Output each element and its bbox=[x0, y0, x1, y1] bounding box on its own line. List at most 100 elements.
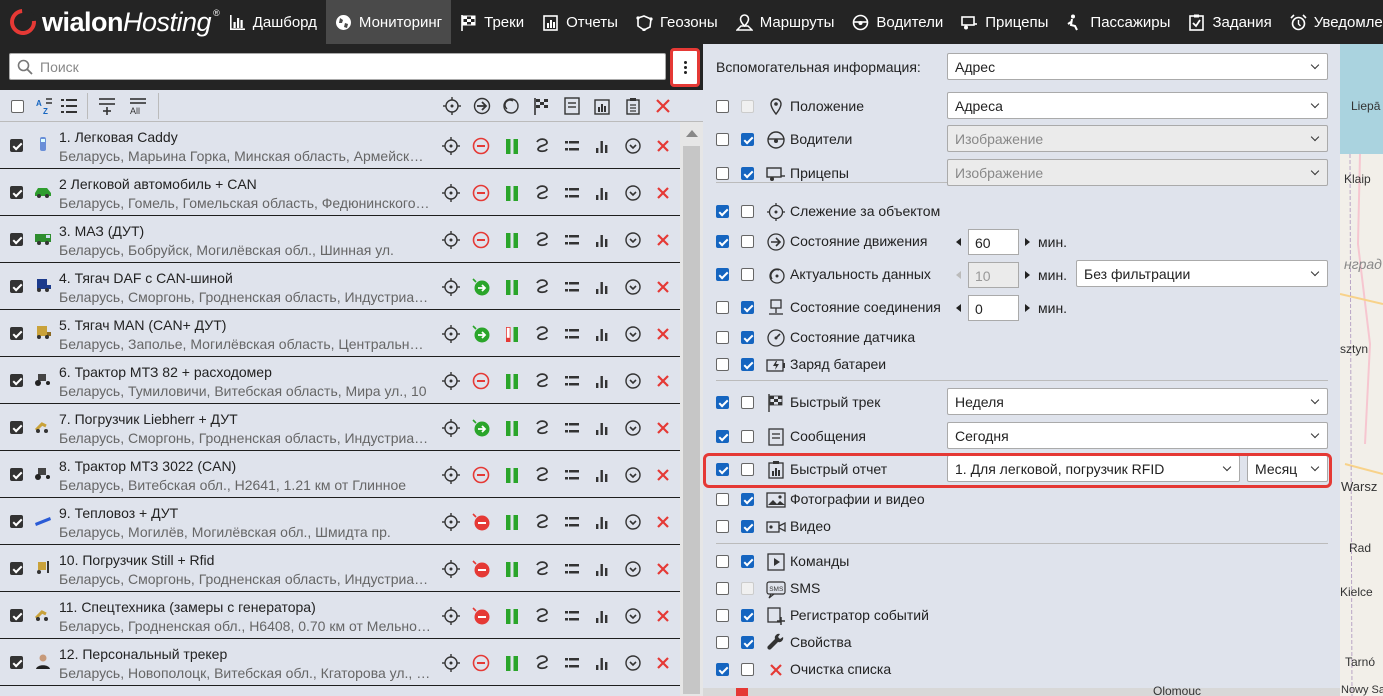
messages-icon[interactable] bbox=[563, 231, 581, 249]
unit-name[interactable]: 3. МАЗ (ДУТ) bbox=[59, 223, 144, 239]
quick-report-icon[interactable] bbox=[593, 231, 611, 249]
unit-checkbox[interactable] bbox=[10, 468, 23, 481]
commands-icon[interactable] bbox=[624, 184, 642, 202]
unit-checkbox[interactable] bbox=[10, 186, 23, 199]
messages-column-icon[interactable] bbox=[563, 97, 581, 115]
setting-show-checkbox[interactable] bbox=[716, 636, 729, 649]
setting-tooltip-checkbox[interactable] bbox=[741, 235, 754, 248]
quick-report-icon[interactable] bbox=[593, 184, 611, 202]
nav-item-5[interactable]: Геозоны bbox=[627, 0, 727, 44]
quick-report-icon[interactable] bbox=[593, 513, 611, 531]
setting-show-checkbox[interactable] bbox=[716, 663, 729, 676]
decrement-arrow-icon[interactable] bbox=[956, 271, 961, 279]
unit-list-scrollbar[interactable] bbox=[680, 122, 703, 696]
unit-checkbox[interactable] bbox=[10, 421, 23, 434]
quick-report-icon[interactable] bbox=[593, 419, 611, 437]
more-options-button[interactable] bbox=[670, 48, 700, 87]
quick-report-icon[interactable] bbox=[593, 325, 611, 343]
remove-unit-icon[interactable] bbox=[654, 654, 672, 672]
clipboard-column-icon[interactable] bbox=[624, 97, 642, 115]
setting-select[interactable]: Без фильтрации bbox=[1076, 260, 1328, 287]
commands-icon[interactable] bbox=[624, 137, 642, 155]
nav-item-11[interactable]: Уведомления bbox=[1281, 0, 1383, 44]
unit-name[interactable]: 11. Спецтехника (замеры с генератора) bbox=[59, 599, 316, 615]
setting-tooltip-checkbox[interactable] bbox=[741, 520, 754, 533]
quick-report-icon[interactable] bbox=[593, 372, 611, 390]
setting-tooltip-checkbox[interactable] bbox=[741, 609, 754, 622]
setting-tooltip-checkbox[interactable] bbox=[741, 133, 754, 146]
unit-row[interactable]: 12. Персональный трекер Беларусь, Новопол… bbox=[0, 639, 680, 686]
unit-checkbox[interactable] bbox=[10, 280, 23, 293]
commands-icon[interactable] bbox=[624, 466, 642, 484]
setting-tooltip-checkbox[interactable] bbox=[741, 301, 754, 314]
setting-show-checkbox[interactable] bbox=[716, 167, 729, 180]
increment-arrow-icon[interactable] bbox=[1025, 304, 1030, 312]
unit-row[interactable]: 11. Спецтехника (замеры с генератора) Бел… bbox=[0, 592, 680, 639]
setting-show-checkbox[interactable] bbox=[716, 268, 729, 281]
nav-item-8[interactable]: Прицепы bbox=[952, 0, 1057, 44]
setting-show-checkbox[interactable] bbox=[716, 555, 729, 568]
unit-name[interactable]: 6. Трактор МТЗ 82 + расходомер bbox=[59, 364, 272, 380]
increment-arrow-icon[interactable] bbox=[1025, 238, 1030, 246]
unit-row[interactable]: 8. Трактор МТЗ 3022 (CAN) Беларусь, Витеб… bbox=[0, 451, 680, 498]
commands-icon[interactable] bbox=[624, 560, 642, 578]
setting-tooltip-checkbox[interactable] bbox=[741, 205, 754, 218]
locate-target-icon[interactable] bbox=[442, 419, 460, 437]
setting-show-checkbox[interactable] bbox=[716, 520, 729, 533]
unit-row[interactable]: 1. Легковая Caddy Беларусь, Марьина Горка… bbox=[0, 122, 680, 169]
messages-icon[interactable] bbox=[563, 560, 581, 578]
messages-icon[interactable] bbox=[563, 419, 581, 437]
locate-target-icon[interactable] bbox=[442, 513, 460, 531]
commands-icon[interactable] bbox=[624, 607, 642, 625]
unit-name[interactable]: 10. Погрузчик Still + Rfid bbox=[59, 552, 214, 568]
setting-show-checkbox[interactable] bbox=[716, 331, 729, 344]
add-all-icon[interactable]: All bbox=[129, 97, 147, 115]
messages-icon[interactable] bbox=[563, 325, 581, 343]
setting-show-checkbox[interactable] bbox=[716, 396, 729, 409]
setting-tooltip-checkbox[interactable] bbox=[741, 555, 754, 568]
increment-arrow-icon[interactable] bbox=[1025, 271, 1030, 279]
unit-row[interactable]: 7. Погрузчик Liebherr + ДУТ Беларусь, Смо… bbox=[0, 404, 680, 451]
remove-unit-icon[interactable] bbox=[654, 419, 672, 437]
setting-tooltip-checkbox[interactable] bbox=[741, 331, 754, 344]
remove-all-icon[interactable] bbox=[654, 97, 672, 115]
unit-row[interactable]: 10. Погрузчик Still + Rfid Беларусь, Смор… bbox=[0, 545, 680, 592]
scrollbar-thumb[interactable] bbox=[683, 146, 700, 694]
setting-show-checkbox[interactable] bbox=[716, 582, 729, 595]
remove-unit-icon[interactable] bbox=[654, 278, 672, 296]
remove-unit-icon[interactable] bbox=[654, 372, 672, 390]
unit-name[interactable]: 8. Трактор МТЗ 3022 (CAN) bbox=[59, 458, 236, 474]
unit-checkbox[interactable] bbox=[10, 562, 23, 575]
unit-row[interactable]: 4. Тягач DAF с CAN-шиной Беларусь, Сморго… bbox=[0, 263, 680, 310]
nav-item-9[interactable]: Пассажиры bbox=[1057, 0, 1179, 44]
remove-unit-icon[interactable] bbox=[654, 560, 672, 578]
quick-track-column-icon[interactable] bbox=[533, 97, 551, 115]
unit-checkbox[interactable] bbox=[10, 515, 23, 528]
stepper-value[interactable]: 10 bbox=[968, 262, 1019, 288]
unit-row[interactable]: 3. МАЗ (ДУТ) Беларусь, Бобруйск, Могилёвс… bbox=[0, 216, 680, 263]
track-all-icon[interactable] bbox=[443, 97, 461, 115]
quick-report-icon[interactable] bbox=[593, 607, 611, 625]
quick-report-icon[interactable] bbox=[593, 466, 611, 484]
unit-checkbox[interactable] bbox=[10, 233, 23, 246]
unit-checkbox[interactable] bbox=[10, 656, 23, 669]
map-area[interactable]: Liepā Klaip нград sztyn Warsz Rad Kielce… bbox=[1340, 44, 1383, 696]
remove-unit-icon[interactable] bbox=[654, 231, 672, 249]
setting-tooltip-checkbox[interactable] bbox=[741, 268, 754, 281]
commands-icon[interactable] bbox=[624, 513, 642, 531]
locate-target-icon[interactable] bbox=[442, 231, 460, 249]
unit-name[interactable]: 5. Тягач MAN (CAN+ ДУТ) bbox=[59, 317, 226, 333]
stepper-value[interactable]: 0 bbox=[968, 295, 1019, 321]
unit-name[interactable]: 4. Тягач DAF с CAN-шиной bbox=[59, 270, 233, 286]
unit-checkbox[interactable] bbox=[10, 609, 23, 622]
unit-row[interactable]: 6. Трактор МТЗ 82 + расходомер Беларусь, … bbox=[0, 357, 680, 404]
unit-name[interactable]: 9. Тепловоз + ДУТ bbox=[59, 505, 178, 521]
setting-show-checkbox[interactable] bbox=[716, 133, 729, 146]
quick-report-icon[interactable] bbox=[593, 137, 611, 155]
setting-tooltip-checkbox[interactable] bbox=[741, 663, 754, 676]
list-view-icon[interactable] bbox=[60, 97, 78, 115]
add-to-list-icon[interactable] bbox=[98, 97, 116, 115]
setting-tooltip-checkbox[interactable] bbox=[741, 358, 754, 371]
unit-checkbox[interactable] bbox=[10, 374, 23, 387]
setting-select[interactable]: Адреса bbox=[947, 92, 1328, 119]
